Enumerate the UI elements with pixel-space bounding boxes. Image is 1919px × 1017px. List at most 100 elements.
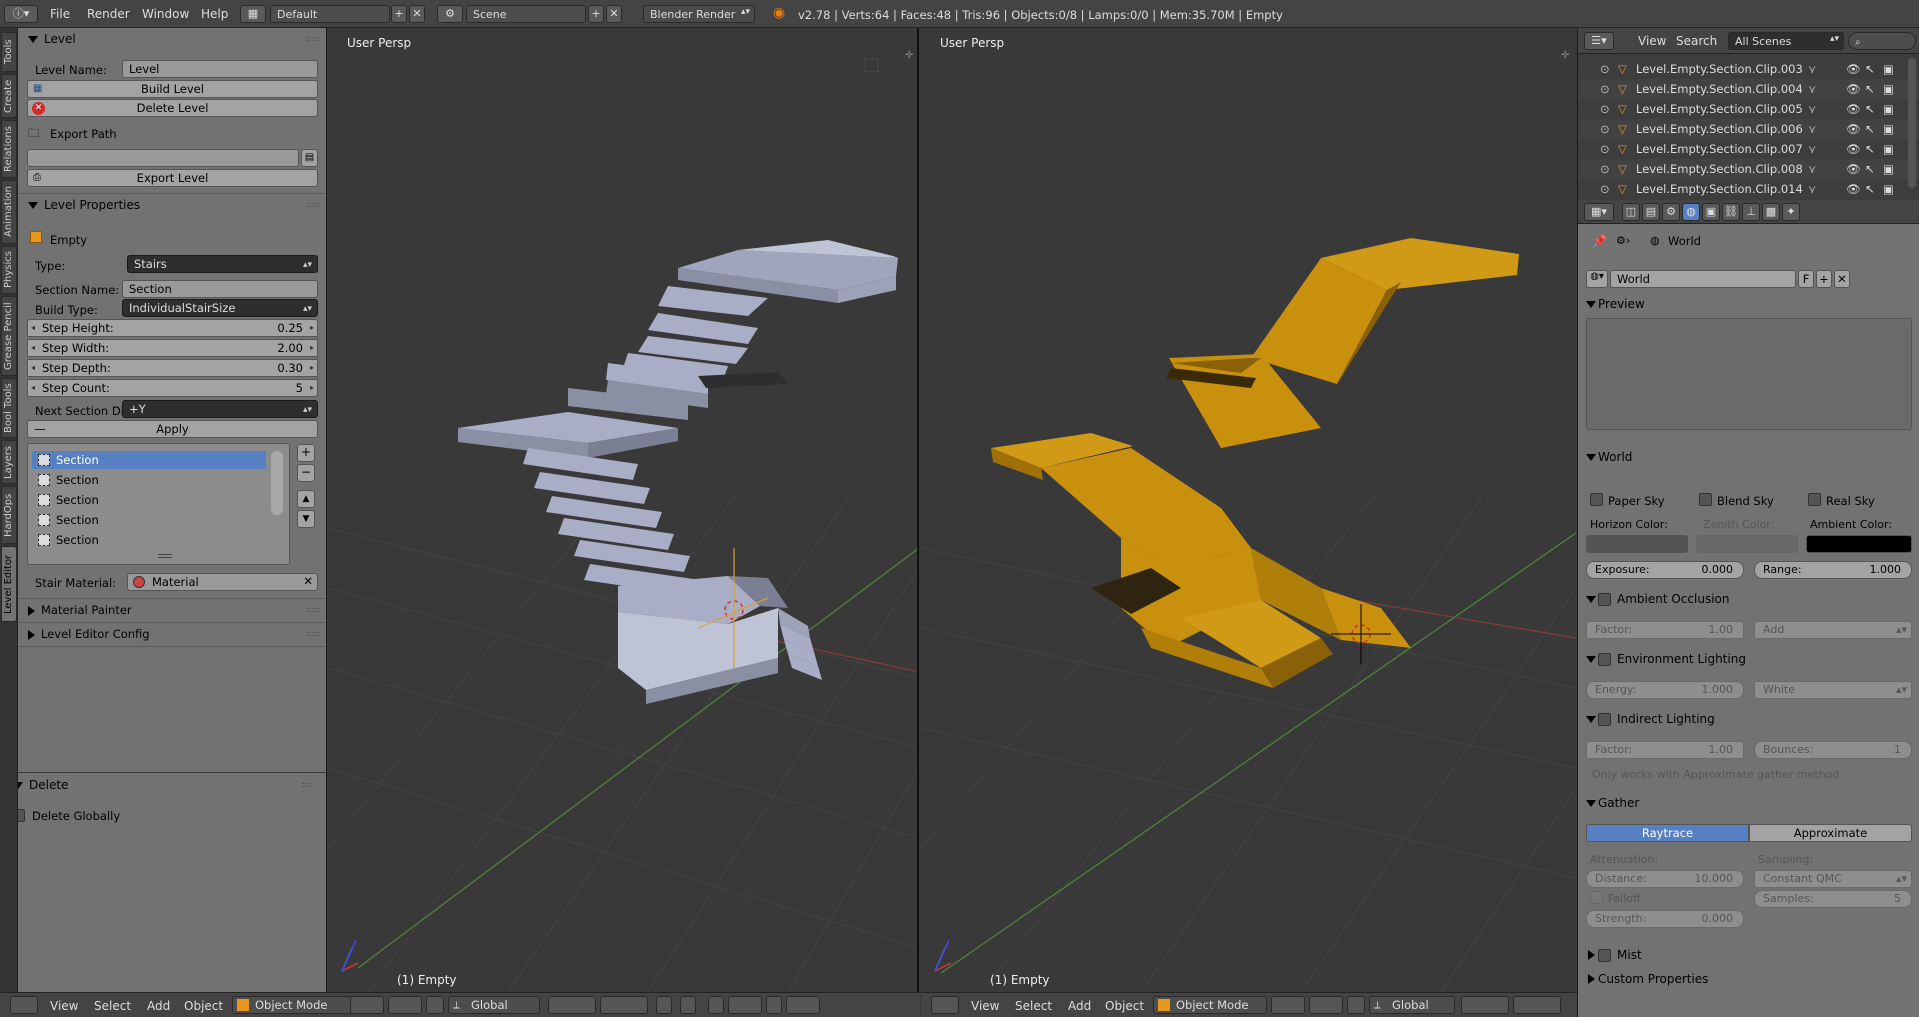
outliner-item[interactable]: ⊙ ▽ Level.Empty.Section.Clip.006 ⋎ 👁 ↖ ▣: [1578, 119, 1919, 139]
type-dropdown[interactable]: Stairs ▴▾: [127, 255, 318, 273]
remove-section-button[interactable]: −: [297, 464, 315, 482]
mode-dropdown[interactable]: Object Mode: [1153, 996, 1267, 1014]
level-editor-config-header[interactable]: Level Editor Config: [18, 624, 326, 644]
ao-checkbox[interactable]: [1598, 593, 1611, 606]
orientation-dropdown[interactable]: ⟂ Global: [448, 996, 540, 1014]
build-level-button[interactable]: ▦ Build Level: [27, 80, 318, 98]
remove-scene-icon[interactable]: ✕: [606, 5, 622, 23]
manipulator-icon[interactable]: [1347, 996, 1365, 1014]
grip-icon[interactable]: [307, 632, 319, 636]
step-count-field[interactable]: ◂ Step Count: 5 ▸: [27, 379, 318, 397]
expand-dot-icon[interactable]: ⊙: [1600, 59, 1610, 79]
real-sky-checkbox[interactable]: [1808, 493, 1821, 506]
snap-target-icon[interactable]: [728, 996, 762, 1014]
outliner-item[interactable]: ⊙ ▽ Level.Empty.Section.Clip.005 ⋎ 👁 ↖ ▣: [1578, 99, 1919, 119]
physics-tab-icon[interactable]: ✦: [1782, 203, 1800, 221]
texture-tab-icon[interactable]: ▩: [1762, 203, 1780, 221]
gather-header[interactable]: Gather: [1586, 793, 1912, 813]
grip-icon[interactable]: [302, 783, 314, 787]
proportional-edit-icon[interactable]: [680, 996, 696, 1014]
editor-type-icon[interactable]: [931, 996, 959, 1014]
eye-icon[interactable]: 👁: [1846, 119, 1861, 139]
pin-icon[interactable]: 📌: [1592, 234, 1607, 248]
menu-window[interactable]: Window: [142, 7, 189, 21]
eye-icon[interactable]: 👁: [1846, 139, 1861, 159]
distance-field[interactable]: Distance: 10.000: [1586, 870, 1744, 888]
render-layers-tab-icon[interactable]: ▤: [1642, 203, 1660, 221]
list-scrollbar[interactable]: [271, 451, 283, 515]
step-height-field[interactable]: ◂ Step Height: 0.25 ▸: [27, 319, 318, 337]
export-level-button[interactable]: ⎙ Export Level: [27, 169, 318, 187]
level-name-field[interactable]: Level: [122, 60, 318, 78]
list-item[interactable]: Section: [32, 491, 266, 509]
menu-view[interactable]: View: [50, 999, 78, 1013]
material-painter-header[interactable]: Material Painter: [18, 600, 326, 620]
add-layout-icon[interactable]: +: [391, 5, 407, 23]
tab-grease-pencil[interactable]: Grease Pencil: [1, 296, 17, 376]
level-panel-header[interactable]: Level: [18, 29, 326, 49]
world-header[interactable]: World: [1586, 447, 1912, 467]
list-item[interactable]: Section: [32, 531, 266, 549]
camera-render-icon[interactable]: ▣: [1883, 59, 1894, 79]
snap-icon[interactable]: [708, 996, 724, 1014]
level-properties-header[interactable]: Level Properties: [18, 195, 326, 215]
ao-mode-dropdown[interactable]: Add ▴▾: [1754, 621, 1912, 639]
layers-icon[interactable]: [1461, 996, 1509, 1014]
layout-field[interactable]: Default: [270, 5, 390, 23]
manipulator-icon[interactable]: [426, 996, 444, 1014]
world-tab-icon[interactable]: ◍: [1682, 203, 1700, 221]
zenith-color-swatch[interactable]: [1696, 535, 1798, 553]
stair-material-field[interactable]: Material ✕: [127, 573, 318, 591]
range-field[interactable]: Range: 1.000: [1754, 561, 1912, 579]
tab-animation[interactable]: Animation: [1, 180, 17, 244]
sampling-dropdown[interactable]: Constant QMC ▴▾: [1754, 870, 1912, 888]
eye-icon[interactable]: 👁: [1846, 99, 1861, 119]
delete-level-button[interactable]: ✕ Delete Level: [27, 99, 318, 117]
tab-create[interactable]: Create: [1, 74, 17, 118]
camera-render-icon[interactable]: ▣: [1883, 119, 1894, 139]
outliner-item[interactable]: ⊙ ▽ Level.Empty.Section.Clip.014 ⋎ 👁 ↖ ▣: [1578, 179, 1919, 199]
pivot-icon[interactable]: [1309, 996, 1343, 1014]
viewport-split-icon[interactable]: ✛: [905, 50, 913, 61]
tab-bool-tools[interactable]: Bool Tools: [1, 378, 17, 438]
list-item[interactable]: Section: [32, 451, 266, 469]
mist-checkbox[interactable]: [1598, 949, 1611, 962]
tab-level-editor[interactable]: Level Editor: [1, 546, 17, 622]
menu-search[interactable]: Search: [1676, 34, 1717, 48]
render-icon[interactable]: [786, 996, 820, 1014]
data-tab-icon[interactable]: ⊥: [1742, 203, 1760, 221]
fake-user-button[interactable]: F: [1798, 270, 1814, 288]
scenes-dropdown[interactable]: All Scenes ▴▾: [1728, 32, 1844, 50]
snap-options-icon[interactable]: [766, 996, 782, 1014]
outliner-item[interactable]: ⊙ ▽ Level.Empty.Section.Clip.004 ⋎ 👁 ↖ ▣: [1578, 79, 1919, 99]
camera-render-icon[interactable]: ▣: [1883, 139, 1894, 159]
samples-field[interactable]: Samples: 5: [1754, 890, 1912, 908]
add-scene-icon[interactable]: +: [588, 5, 604, 23]
ao-header[interactable]: Ambient Occlusion: [1586, 589, 1912, 609]
cursor-select-icon[interactable]: ↖: [1865, 179, 1875, 199]
menu-file[interactable]: File: [50, 7, 70, 21]
cursor-select-icon[interactable]: ↖: [1865, 159, 1875, 179]
orientation-dropdown[interactable]: ⟂ Global: [1369, 996, 1455, 1014]
properties-editor-icon[interactable]: ▦▾: [1584, 203, 1614, 221]
mode-dropdown[interactable]: Object Mode: [232, 996, 352, 1014]
camera-render-icon[interactable]: ▣: [1883, 99, 1894, 119]
env-checkbox[interactable]: [1598, 653, 1611, 666]
world-name-field[interactable]: World: [1610, 270, 1796, 288]
tab-layers[interactable]: Layers: [1, 440, 17, 484]
object-tab-icon[interactable]: ▣: [1702, 203, 1720, 221]
ambient-color-swatch[interactable]: [1806, 535, 1912, 553]
custom-properties-header[interactable]: Custom Properties: [1586, 969, 1912, 989]
viewport-split-icon[interactable]: ✛: [1561, 50, 1569, 61]
apply-button[interactable]: — Apply: [27, 420, 318, 438]
strength-field[interactable]: Strength: 0.000: [1586, 910, 1744, 928]
remove-layout-icon[interactable]: ✕: [409, 5, 425, 23]
menu-view[interactable]: View: [1638, 34, 1666, 48]
editor-type-icon[interactable]: [10, 996, 38, 1014]
build-type-dropdown[interactable]: IndividualStairSize ▴▾: [122, 299, 318, 317]
step-depth-field[interactable]: ◂ Step Depth: 0.30 ▸: [27, 359, 318, 377]
menu-object[interactable]: Object: [1105, 999, 1144, 1013]
screen-layout-icon[interactable]: ▦: [240, 5, 266, 23]
file-browse-icon[interactable]: ▤: [301, 149, 318, 167]
grip-icon[interactable]: [307, 203, 319, 207]
